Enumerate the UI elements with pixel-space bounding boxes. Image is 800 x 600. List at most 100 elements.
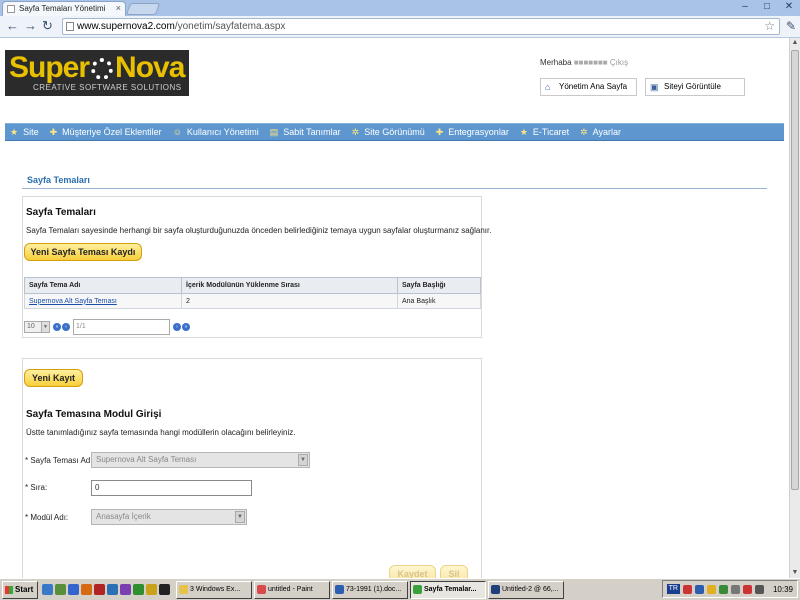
order-input[interactable]: 0 xyxy=(91,480,252,496)
volume-icon[interactable] xyxy=(754,584,764,594)
menu-item-site-appearance[interactable]: ✲ Site Görünümü xyxy=(347,123,431,141)
prev-page-icon[interactable]: ‹ xyxy=(62,323,70,331)
windows-taskbar: Start 3 Windows Ex... untitled - Paint 7… xyxy=(0,578,800,600)
view-site-button[interactable]: ▣ Siteyi Görüntüle xyxy=(645,78,745,96)
module-name-select[interactable]: Anasayfa İçerik ▼ xyxy=(91,509,247,525)
page-scrollbar[interactable]: ▲ ▼ xyxy=(789,38,800,578)
tray-app-icon[interactable] xyxy=(682,584,692,594)
back-arrow-icon[interactable]: ← xyxy=(6,19,19,33)
bookmark-star-icon[interactable]: ☆ xyxy=(764,19,775,34)
url-host: www.supernova2.com xyxy=(77,21,175,32)
delete-button[interactable]: Sil xyxy=(440,565,468,578)
module-entry-panel: Yeni Kayıt Sayfa Temasına Modul Girişi Ü… xyxy=(22,358,482,578)
menu-label: Ayarlar xyxy=(592,127,621,137)
task-label: untitled - Paint xyxy=(268,585,313,593)
home-icon: ⌂ xyxy=(545,82,551,92)
page-icon xyxy=(66,22,74,31)
taskbar-item-explorer[interactable]: 3 Windows Ex... xyxy=(176,580,252,599)
next-page-icon[interactable]: › xyxy=(173,323,181,331)
taskbar-item-paint[interactable]: untitled - Paint xyxy=(254,580,330,599)
menu-item-site[interactable]: ★ Site xyxy=(5,123,45,141)
supernova-logo[interactable]: Super Nova CREATIVE SOFTWARE SOLUTIONS xyxy=(5,50,189,96)
menu-item-ecommerce[interactable]: ★ E-Ticaret xyxy=(515,123,575,141)
table-cell: 2 xyxy=(181,293,398,309)
tray-app-icon[interactable] xyxy=(694,584,704,594)
menu-item-user-management[interactable]: ☺ Kullanıcı Yönetimi xyxy=(168,123,265,141)
menu-label: Kullanıcı Yönetimi xyxy=(186,127,259,137)
minimize-icon[interactable]: – xyxy=(736,1,754,13)
menu-item-constant-definitions[interactable]: ▤ Sabit Tanımlar xyxy=(265,123,347,141)
menu-item-custom-plugins[interactable]: ✚ Müşteriye Özel Eklentiler xyxy=(45,123,168,141)
menu-item-integrations[interactable]: ✚ Entegrasyonlar xyxy=(431,123,515,141)
clock[interactable]: 10:39 xyxy=(773,585,793,594)
start-button[interactable]: Start xyxy=(2,580,38,599)
scroll-up-icon[interactable]: ▲ xyxy=(791,38,799,48)
taskbar-item-photoshop[interactable]: Untitled-2 @ 66,... xyxy=(488,580,564,599)
star-icon: ★ xyxy=(10,126,19,137)
theme-name-select[interactable]: Supernova Alt Sayfa Teması ▼ xyxy=(91,452,310,468)
tray-app-icon[interactable] xyxy=(742,584,752,594)
page-size-select[interactable]: 10 ▼ xyxy=(24,321,50,333)
language-indicator[interactable]: TR xyxy=(666,584,680,594)
quicklaunch-firefox-icon[interactable] xyxy=(81,584,92,595)
welcome-username: ■■■■■■■ xyxy=(573,58,608,67)
save-button[interactable]: Kaydet xyxy=(389,565,436,578)
page-themes-panel: Sayfa Temaları Sayfa Temaları sayesinde … xyxy=(22,196,491,338)
tray-app-icon[interactable] xyxy=(706,584,716,594)
view-site-label: Siteyi Görüntüle xyxy=(664,82,721,91)
quicklaunch-app-icon[interactable] xyxy=(159,584,170,595)
quicklaunch-explorer-icon[interactable] xyxy=(42,584,53,595)
new-tab-button[interactable] xyxy=(125,3,161,15)
quicklaunch-app-icon[interactable] xyxy=(120,584,131,595)
taskbar-item-word[interactable]: 73-1991 (1).doc... xyxy=(332,580,408,599)
user-icon: ☺ xyxy=(172,127,182,137)
admin-home-button[interactable]: ⌂ Yönetim Ana Sayfa xyxy=(540,78,637,96)
page-content: Super Nova CREATIVE SOFTWARE SOLUTIONS Me… xyxy=(0,38,789,578)
quicklaunch-app-icon[interactable] xyxy=(107,584,118,595)
theme-name-link[interactable]: Supernova Alt Sayfa Teması xyxy=(29,298,117,305)
theme-name-label: * Sayfa Teması Adı: xyxy=(25,456,95,465)
browser-tab[interactable]: Sayfa Temaları Yönetimi × xyxy=(2,1,126,16)
taskbar-item-chrome[interactable]: Sayfa Temalar... xyxy=(410,580,486,599)
quicklaunch-chrome-icon[interactable] xyxy=(133,584,144,595)
close-tab-icon[interactable]: × xyxy=(116,2,121,15)
close-window-icon[interactable]: ✕ xyxy=(780,1,798,13)
tray-app-icon[interactable] xyxy=(730,584,740,594)
welcome-text: Merhaba ■■■■■■■ Çıkış xyxy=(540,58,628,67)
table-row[interactable]: Supernova Alt Sayfa Teması 2 Ana Başlık xyxy=(24,293,481,309)
url-path: /yonetim/sayfatema.aspx xyxy=(174,21,286,32)
photoshop-icon xyxy=(491,584,500,594)
reload-icon[interactable]: ↻ xyxy=(42,19,53,33)
first-page-icon[interactable]: « xyxy=(53,323,61,331)
table-cell: Supernova Alt Sayfa Teması xyxy=(24,293,182,309)
quicklaunch-app-icon[interactable] xyxy=(55,584,66,595)
address-bar[interactable]: www.supernova2.com/yonetim/sayfatema.asp… xyxy=(62,18,780,35)
menu-item-settings[interactable]: ✲ Ayarlar xyxy=(575,123,627,141)
module-name-label: * Modül Adı: xyxy=(25,513,69,522)
panel-description: Üstte tanımladığınız sayfa temasında han… xyxy=(26,428,296,437)
scroll-thumb[interactable] xyxy=(791,50,799,490)
task-label: Sayfa Temalar... xyxy=(424,585,477,593)
forward-arrow-icon[interactable]: → xyxy=(24,19,37,33)
wrench-menu-icon[interactable]: ✎ xyxy=(786,19,796,33)
quick-launch xyxy=(42,584,170,595)
logout-link[interactable]: Çıkış xyxy=(610,58,628,67)
column-header[interactable]: İçerik Modülünün Yüklenme Sırası xyxy=(181,277,398,294)
task-label: Untitled-2 @ 66,... xyxy=(502,585,559,593)
column-header[interactable]: Sayfa Başlığı xyxy=(397,277,481,294)
page-input[interactable]: 1/1 xyxy=(73,319,170,335)
page-title: Sayfa Temaları xyxy=(27,175,90,185)
title-divider xyxy=(22,188,767,189)
panel-description: Sayfa Temaları sayesinde herhangi bir sa… xyxy=(26,226,492,235)
maximize-icon[interactable]: □ xyxy=(758,1,776,13)
new-record-button[interactable]: Yeni Kayıt xyxy=(24,369,83,387)
tray-app-icon[interactable] xyxy=(718,584,728,594)
quicklaunch-opera-icon[interactable] xyxy=(94,584,105,595)
last-page-icon[interactable]: » xyxy=(182,323,190,331)
quicklaunch-ie-icon[interactable] xyxy=(68,584,79,595)
pager: 10 ▼ « ‹ 1/1 › » xyxy=(24,319,190,335)
quicklaunch-app-icon[interactable] xyxy=(146,584,157,595)
new-page-theme-button[interactable]: Yeni Sayfa Teması Kaydı xyxy=(24,243,142,261)
column-header[interactable]: Sayfa Tema Adı xyxy=(24,277,182,294)
scroll-down-icon[interactable]: ▼ xyxy=(791,568,799,578)
